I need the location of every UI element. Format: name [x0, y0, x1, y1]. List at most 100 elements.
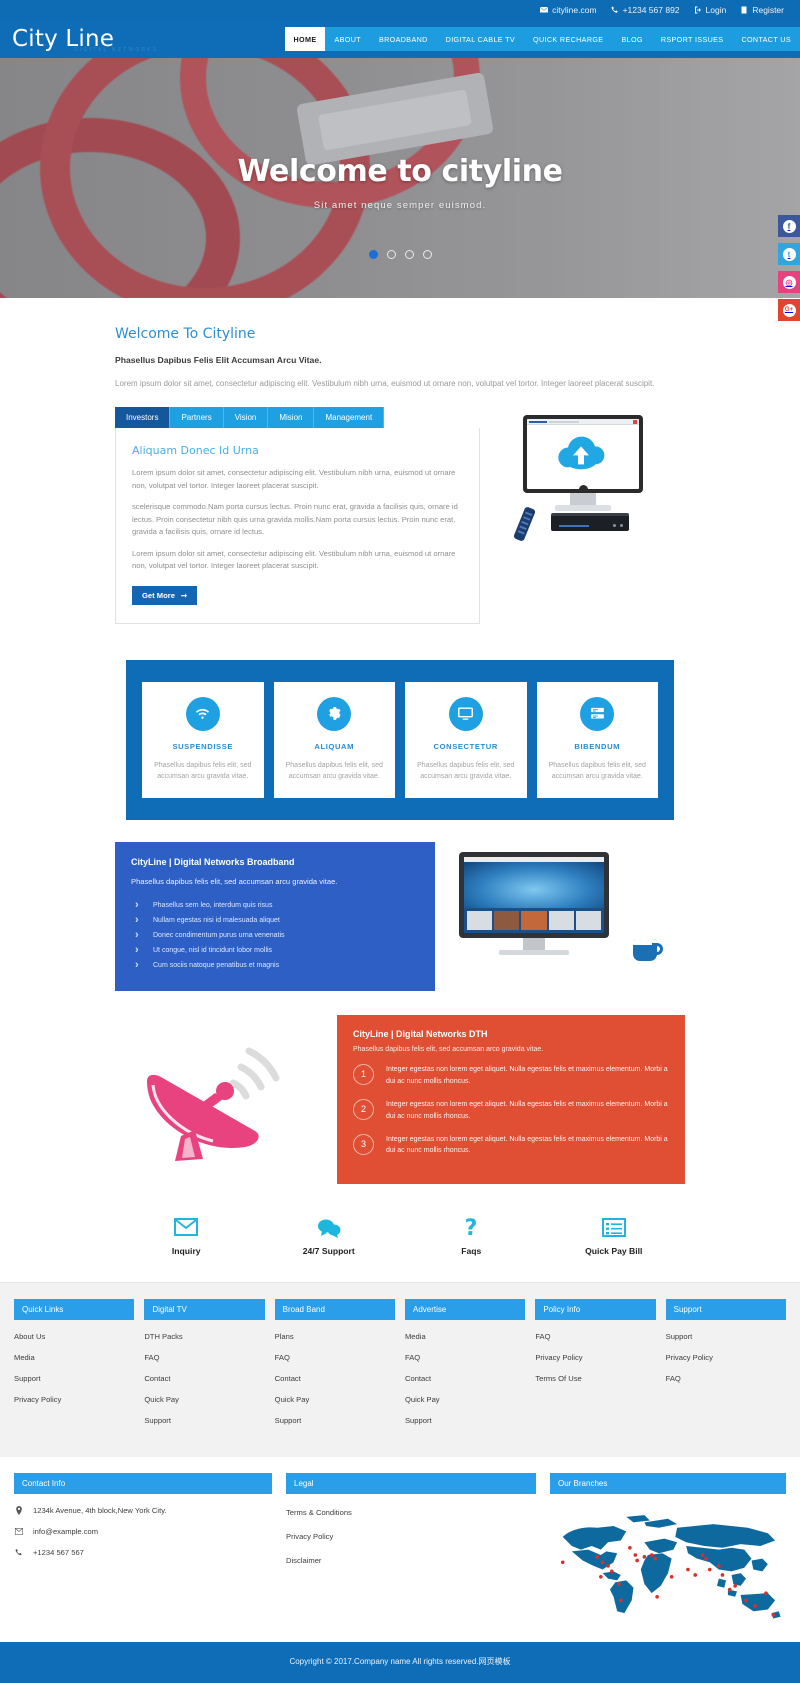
social-sidebar: ft ◎ G+: [778, 215, 800, 327]
footer-link[interactable]: Contact: [275, 1374, 301, 1383]
support-item-inquiry[interactable]: Inquiry: [115, 1214, 258, 1256]
footer-link[interactable]: Privacy Policy: [535, 1353, 582, 1362]
footer-link[interactable]: Privacy Policy: [666, 1353, 713, 1362]
instagram-icon[interactable]: ◎: [778, 271, 800, 293]
footer-link[interactable]: Quick Pay: [275, 1395, 310, 1404]
footer-column-list: Plans FAQ Contact Quick Pay Support: [275, 1330, 395, 1426]
footer-link[interactable]: Support: [666, 1332, 693, 1341]
welcome-section: Welcome To Cityline Phasellus Dapibus Fe…: [115, 298, 685, 624]
branches-heading: Our Branches: [550, 1473, 786, 1494]
legal-link[interactable]: Disclaimer: [286, 1556, 321, 1565]
dth-item-number: 1: [353, 1064, 374, 1085]
nav-item-digital-cable-tv[interactable]: DIGITAL CABLE TV: [437, 27, 524, 51]
footer-column-list: Media FAQ Contact Quick Pay Support: [405, 1330, 525, 1426]
facebook-icon[interactable]: f: [778, 215, 800, 237]
footer-link[interactable]: FAQ: [405, 1353, 420, 1362]
envelope-icon: [14, 1527, 24, 1536]
footer-column-heading: Broad Band: [275, 1299, 395, 1320]
page-title: Welcome To Cityline: [115, 326, 685, 342]
get-more-button[interactable]: Get More ➞: [132, 586, 197, 605]
slider-dot-2[interactable]: [387, 250, 396, 259]
logo[interactable]: City Line DIGITAL NETWORKS: [12, 28, 114, 51]
tab-panel-investors: Aliquam Donec Id Urna Lorem ipsum dolor …: [115, 428, 480, 624]
support-item-24-7-support[interactable]: 24/7 Support: [258, 1214, 401, 1256]
broadband-feature-item: Cum sociis natoque penatibus et magnis: [131, 958, 419, 973]
nav-item-contact-us[interactable]: CONTACT US: [732, 27, 800, 51]
contact-address-text: 1234k Avenue, 4th block,New York City.: [33, 1506, 167, 1515]
footer-link[interactable]: FAQ: [275, 1353, 290, 1362]
footer-link-columns: Quick LinksAbout UsMediaSupportPrivacy P…: [0, 1282, 800, 1457]
tab-panel-paragraph-3: Lorem ipsum dolor sit amet, consectetur …: [132, 548, 463, 573]
list-item: Media: [14, 1351, 134, 1363]
footer-link[interactable]: About Us: [14, 1332, 45, 1341]
nav-item-rsport-issues[interactable]: RSPORT ISSUES: [652, 27, 733, 51]
footer-link[interactable]: FAQ: [535, 1332, 550, 1341]
support-item-quick-pay-bill[interactable]: Quick Pay Bill: [543, 1214, 686, 1256]
legal-link[interactable]: Privacy Policy: [286, 1532, 333, 1541]
topbar-email-text: cityline.com: [552, 5, 596, 15]
broadband-feature-list: Phasellus sem leo, interdum quis risusNu…: [131, 898, 419, 973]
footer-column-list: About Us Media Support Privacy Policy: [14, 1330, 134, 1405]
tab-mision[interactable]: Mision: [268, 407, 314, 428]
nav-item-quick-recharge[interactable]: QUICK RECHARGE: [524, 27, 612, 51]
coffee-mug: [633, 931, 663, 961]
footer-link[interactable]: FAQ: [144, 1353, 159, 1362]
footer-column-heading: Policy Info: [535, 1299, 655, 1320]
footer-link[interactable]: Quick Pay: [144, 1395, 179, 1404]
legal-link[interactable]: Terms & Conditions: [286, 1508, 352, 1517]
service-card-suspendisse[interactable]: SUSPENDISSEPhasellus dapibus felis elit,…: [142, 682, 264, 798]
footer-link[interactable]: FAQ: [666, 1374, 681, 1383]
twitter-icon[interactable]: t: [778, 243, 800, 265]
slider-dot-4[interactable]: [423, 250, 432, 259]
tab-vision[interactable]: Vision: [224, 407, 269, 428]
service-text: Phasellus dapibus felis elit, sed accums…: [284, 760, 386, 782]
footer-column-heading: Advertise: [405, 1299, 525, 1320]
broadband-illustration: [435, 842, 685, 977]
topbar-email-link[interactable]: cityline.com: [540, 5, 596, 15]
footer-link[interactable]: Support: [405, 1416, 432, 1425]
service-card-aliquam[interactable]: ALIQUAMPhasellus dapibus felis elit, sed…: [274, 682, 396, 798]
tab-partners[interactable]: Partners: [170, 407, 223, 428]
nav-item-broadband[interactable]: BROADBAND: [370, 27, 437, 51]
hero-subtitle: Sit amet neque semper euismod.: [314, 200, 486, 211]
support-shortcuts: Inquiry24/7 Support?FaqsQuick Pay Bill: [115, 1214, 685, 1282]
list-item: Contact: [405, 1372, 525, 1384]
footer-link[interactable]: Media: [14, 1353, 35, 1362]
slider-dot-3[interactable]: [405, 250, 414, 259]
footer-link[interactable]: Contact: [144, 1374, 170, 1383]
footer-link[interactable]: Support: [144, 1416, 171, 1425]
footer-link[interactable]: DTH Packs: [144, 1332, 182, 1341]
support-item-faqs[interactable]: ?Faqs: [400, 1214, 543, 1256]
list-item: FAQ: [666, 1372, 786, 1384]
list-item: Support: [144, 1414, 264, 1426]
services-section: SUSPENDISSEPhasellus dapibus felis elit,…: [126, 660, 674, 820]
list-item: FAQ: [405, 1351, 525, 1363]
service-card-consectetur[interactable]: CONSECTETURPhasellus dapibus felis elit,…: [405, 682, 527, 798]
nav-item-about[interactable]: ABOUT: [325, 27, 370, 51]
list-item: Terms Of Use: [535, 1372, 655, 1384]
login-link[interactable]: Login: [694, 5, 727, 15]
footer-link[interactable]: Privacy Policy: [14, 1395, 61, 1404]
list-item: Terms & Conditions: [286, 1506, 536, 1518]
service-card-bibendum[interactable]: BIBENDUMPhasellus dapibus felis elit, se…: [537, 682, 659, 798]
tab-investors[interactable]: Investors: [115, 407, 170, 428]
footer-link[interactable]: Quick Pay: [405, 1395, 440, 1404]
set-top-box: [551, 513, 629, 531]
googleplus-icon[interactable]: G+: [778, 299, 800, 321]
footer-link[interactable]: Terms Of Use: [535, 1374, 581, 1383]
nav-item-home[interactable]: HOME: [285, 27, 326, 51]
footer-link[interactable]: Media: [405, 1332, 426, 1341]
footer-link[interactable]: Contact: [405, 1374, 431, 1383]
footer-link[interactable]: Plans: [275, 1332, 294, 1341]
footer-link[interactable]: Support: [14, 1374, 41, 1383]
register-link[interactable]: Register: [740, 5, 784, 15]
list-item: Privacy Policy: [535, 1351, 655, 1363]
googleplus-glyph: G+: [783, 304, 796, 317]
phone-icon: [611, 6, 619, 14]
location-pin-icon: [14, 1506, 24, 1515]
list-item: Contact: [144, 1372, 264, 1384]
nav-item-blog[interactable]: BLOG: [612, 27, 651, 51]
footer-link[interactable]: Support: [275, 1416, 302, 1425]
slider-dot-1[interactable]: [369, 250, 378, 259]
tab-management[interactable]: Management: [314, 407, 384, 428]
